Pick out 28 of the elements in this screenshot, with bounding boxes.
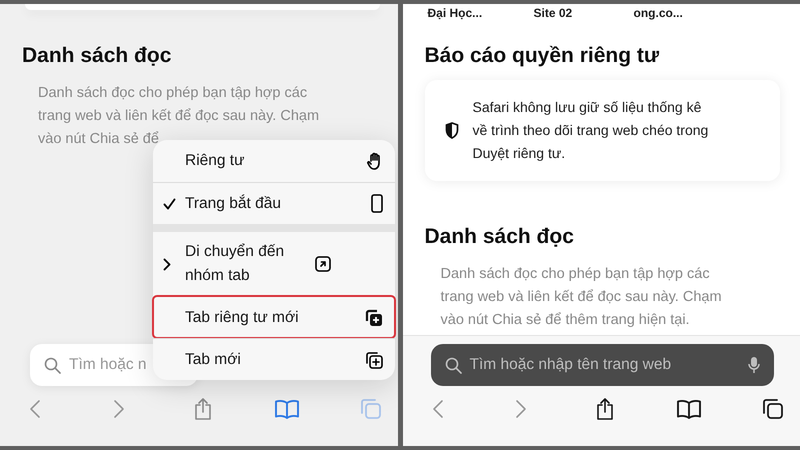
favorite-label[interactable]: Đại Học... [428, 6, 534, 20]
description-text: vào nút Chia sẻ để [38, 130, 160, 149]
description-text: vào nút Chia sẻ để thêm trang hiện tại. [440, 311, 691, 330]
search-icon [44, 356, 61, 374]
favorite-label[interactable]: ong.co... [634, 6, 734, 20]
menu-item[interactable]: Tab mới [153, 338, 395, 380]
private-tab-add-icon [365, 308, 383, 326]
description-text: Danh sách đọc cho phép bạn tập hợp các [38, 84, 308, 103]
description-text: trang web và liên kết để đọc sau này. Chạm [440, 288, 723, 307]
hand-icon [367, 152, 383, 170]
section-heading: Báo cáo quyền riêng tư [424, 44, 660, 68]
description-text: Danh sách đọc cho phép bạn tập hợp các [440, 265, 711, 284]
tab-add-icon [365, 350, 383, 368]
search-icon [444, 356, 462, 374]
description-text: trang web và liên kết để đọc sau này. Chạm [38, 107, 320, 126]
search-field[interactable]: Tìm hoặc nhập tên trang web [430, 344, 774, 386]
shield-icon [444, 122, 458, 139]
privacy-report-card[interactable]: Safari không lưu giữ số liệu thống kê về trình theo dõi trang web chéo trong Duyệt riêng tư. [424, 80, 780, 181]
section-heading: Danh sách đọc [424, 225, 575, 249]
favorite-label[interactable]: Site 02 [534, 6, 634, 20]
menu-item[interactable]: Tab riêng tư mới [153, 296, 395, 338]
privacy-report-text: Safari không lưu giữ số liệu thống kê về trình theo dõi trang web chéo trong Duyệt riêng tư. [472, 98, 710, 163]
section-heading: Danh sách đọc [22, 44, 172, 68]
menu-item[interactable]: Di chuyển đến nhóm tab [153, 232, 395, 296]
chevron-icon [163, 258, 171, 270]
microphone-icon[interactable] [748, 356, 760, 374]
phone-icon [371, 194, 383, 213]
arrow-square-icon [315, 256, 331, 272]
